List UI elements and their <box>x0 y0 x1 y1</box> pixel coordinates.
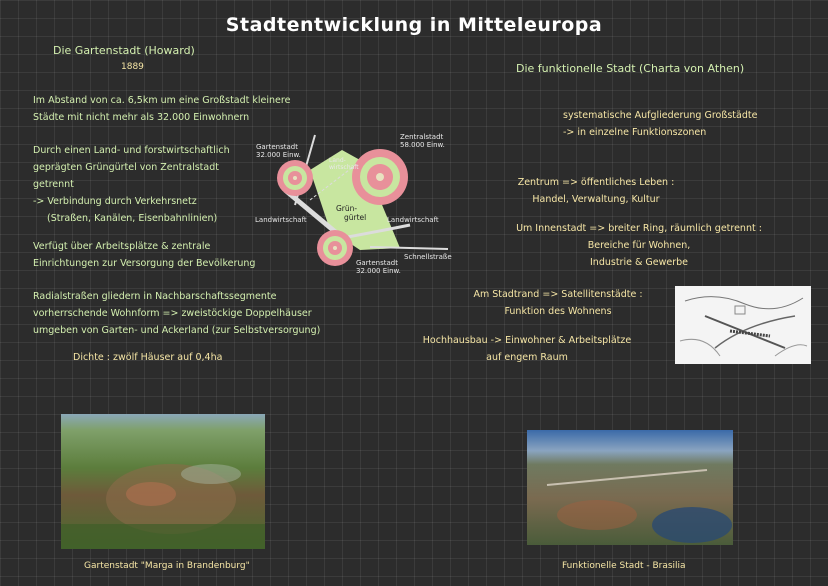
functional-city-heading: Die funktionelle Stadt (Charta von Athen… <box>516 62 745 75</box>
garden-city-year: 1889 <box>121 62 144 72</box>
functional-city-para-3: Um Innenstadt => breiter Ring, räumlich … <box>514 222 764 269</box>
brasilia-plan-sketch <box>675 286 811 364</box>
garden-city-para-2: Durch einen Land- und forstwirtschaftlic… <box>33 144 230 225</box>
garden-city-para-4: Radialstraßen gliedern in Nachbarschafts… <box>33 290 320 337</box>
garden-city-heading: Die Gartenstadt (Howard) <box>53 44 195 57</box>
garden-city-a-label: Gartenstadt 32.000 Einw. <box>256 143 301 159</box>
label-line: gürtel <box>344 213 367 222</box>
express-road-label: Schnellstraße <box>404 253 452 261</box>
text-line: Hochhausbau -> Einwohner & Arbeitsplätze <box>422 335 632 346</box>
label-line: Gartenstadt <box>356 259 398 267</box>
text-line: Industrie & Gewerbe <box>590 257 688 268</box>
central-city-label: Zentralstadt 58.000 Einw. <box>400 133 445 149</box>
text-line: -> Verbindung durch Verkehrsnetz <box>33 196 197 207</box>
garden-city-b-circle <box>317 230 353 266</box>
label-line: 58.000 Einw. <box>400 141 445 149</box>
photo-texture <box>61 464 265 549</box>
label-line: 32.000 Einw. <box>256 151 301 159</box>
text-line: Durch einen Land- und forstwirtschaftlic… <box>33 145 230 156</box>
text-line: Handel, Verwaltung, Kultur <box>532 194 660 205</box>
garden-city-a-circle <box>277 160 313 196</box>
text-line: Städte mit nicht mehr als 32.000 Einwohn… <box>33 112 250 123</box>
brasilia-photo-caption: Funktionelle Stadt - Brasilia <box>562 561 686 571</box>
label-line: Grün- <box>336 204 358 213</box>
functional-city-para-4: Am Stadtrand => Satellitenstädte : Funkt… <box>468 288 648 318</box>
page-title: Stadtentwicklung in Mitteleuropa <box>225 14 603 36</box>
greenbelt-label: Grün- gürtel <box>336 204 366 222</box>
garden-city-para-3: Verfügt über Arbeitsplätze & zentrale Ei… <box>33 240 255 270</box>
text-line: Einrichtungen zur Versorgung der Bevölke… <box>33 258 256 269</box>
text-line: Bereiche für Wohnen, <box>587 240 691 251</box>
functional-city-para-1: systematische Aufgliederung Großstädte -… <box>563 109 757 139</box>
text-line: systematische Aufgliederung Großstädte <box>563 110 758 121</box>
text-line: umgeben von Garten- und Ackerland (zur S… <box>33 325 321 336</box>
text-line: geprägten Grüngürtel von Zentralstadt <box>33 162 219 173</box>
functional-city-para-5: Hochhausbau -> Einwohner & Arbeitsplätze… <box>422 334 632 364</box>
label-line: Gartenstadt <box>256 143 298 151</box>
garden-city-para-1: Im Abstand von ca. 6,5km um eine Großsta… <box>33 94 290 124</box>
density-note: Dichte : zwölf Häuser auf 0,4ha <box>73 352 223 363</box>
marga-photo-caption: Gartenstadt "Marga in Brandenburg" <box>84 561 250 571</box>
label-line: wirtschaft <box>329 164 359 171</box>
text-line: Radialstraßen gliedern in Nachbarschafts… <box>33 291 277 302</box>
agriculture-label: Land- wirtschaft <box>329 157 359 171</box>
garden-city-b-label: Gartenstadt 32.000 Einw. <box>356 259 401 275</box>
brasilia-aerial-photo <box>527 430 733 545</box>
label-line: 32.000 Einw. <box>356 267 401 275</box>
text-line: Um Innenstadt => breiter Ring, räumlich … <box>516 223 762 234</box>
text-line: Am Stadtrand => Satellitenstädte : <box>473 289 643 300</box>
text-line: -> in einzelne Funktionszonen <box>563 127 707 138</box>
central-city-circle <box>352 149 408 205</box>
text-line: (Straßen, Kanälen, Eisenbahnlinien) <box>47 213 218 224</box>
label-line: Land- <box>329 157 346 164</box>
agriculture-right-label: Landwirtschaft <box>387 216 439 224</box>
text-line: Funktion des Wohnens <box>504 306 612 317</box>
text-line: Verfügt über Arbeitsplätze & zentrale <box>33 241 211 252</box>
photo-texture <box>546 469 732 543</box>
marga-aerial-photo <box>61 414 265 549</box>
text-line: vorherrschende Wohnform => zweistöckige … <box>33 308 312 319</box>
text-line: Im Abstand von ca. 6,5km um eine Großsta… <box>33 95 291 106</box>
text-line: Zentrum => öffentliches Leben : <box>517 177 675 188</box>
agriculture-left-label: Landwirtschaft <box>255 216 307 224</box>
plan-sketch-drawing <box>679 296 808 357</box>
text-line: auf engem Raum <box>486 352 568 363</box>
label-line: Zentralstadt <box>400 133 444 141</box>
text-line: getrennt <box>33 179 74 190</box>
functional-city-para-2: Zentrum => öffentliches Leben : Handel, … <box>516 176 676 206</box>
